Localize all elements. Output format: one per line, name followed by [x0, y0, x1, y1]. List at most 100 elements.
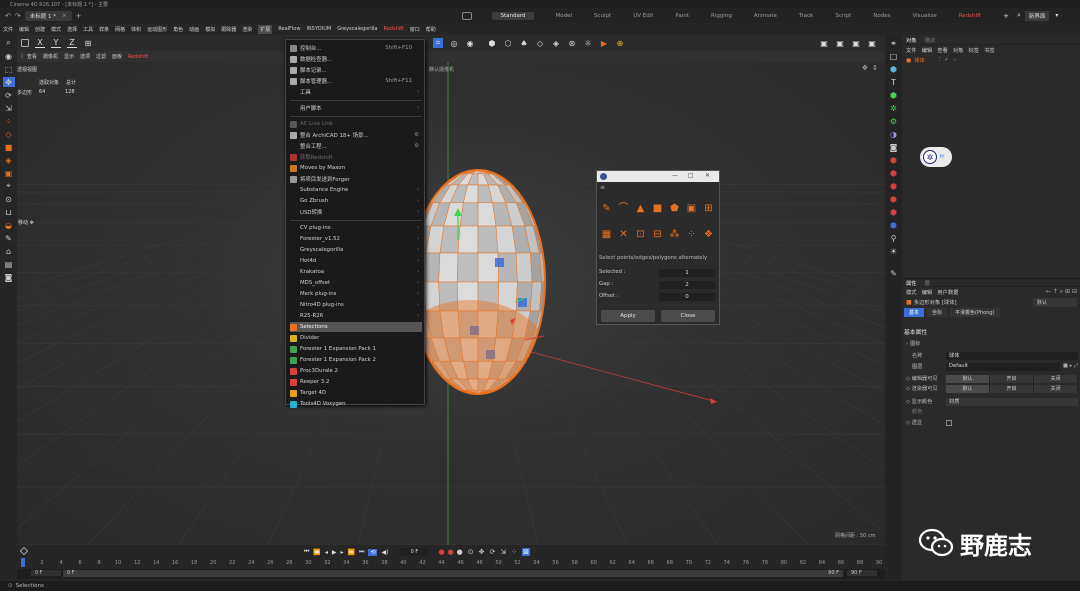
dropdown-item-0[interactable]: 控制台... Shift+F10: [290, 43, 422, 53]
dropdown-item-20[interactable]: Greyscalegorilla ›: [290, 245, 422, 255]
brush-icon[interactable]: ✎: [3, 233, 15, 243]
menu-item-21[interactable]: 帮助: [426, 26, 436, 33]
camera-icon[interactable]: ◙: [3, 272, 15, 282]
subtab-coords[interactable]: 坐标: [927, 307, 948, 317]
layout-tab-script[interactable]: Script: [835, 13, 851, 19]
generator-icon[interactable]: ◈: [551, 38, 561, 48]
model-mode-icon[interactable]: ◈: [3, 155, 15, 165]
viewport-menu-item-1[interactable]: 摄像机: [43, 53, 58, 60]
selection-scatter-icon[interactable]: ⁘: [686, 229, 697, 240]
layout-home-icon[interactable]: [462, 11, 473, 20]
undo-icon[interactable]: ↶: [5, 12, 11, 20]
dropdown-item-29[interactable]: Forester 1 Expansion Pack 1: [290, 344, 422, 354]
preset-dropdown[interactable]: 默认: [1033, 297, 1077, 307]
dropdown-item-4[interactable]: 工具 ›: [290, 87, 422, 97]
apply-button[interactable]: Apply: [601, 310, 655, 322]
menu-item-1[interactable]: 编辑: [19, 26, 29, 33]
editor-visible-default[interactable]: 默认: [946, 374, 990, 383]
menu-item-12[interactable]: 模拟: [205, 26, 215, 33]
strip-gear-icon[interactable]: ⚙: [888, 116, 900, 126]
dropdown-item-14[interactable]: Substance Engine ›: [290, 185, 422, 195]
cube-icon[interactable]: ⬢: [487, 38, 497, 48]
maximize-icon[interactable]: □: [688, 172, 694, 179]
rotate-tool-icon[interactable]: ⟳: [3, 90, 15, 100]
object-menu-item-2[interactable]: 查看: [937, 46, 948, 54]
selection-dots-icon[interactable]: ⁂: [669, 229, 680, 240]
deform-icon[interactable]: ♠: [519, 38, 529, 48]
target4d-icon[interactable]: ⊕: [615, 38, 625, 48]
axis-icon[interactable]: ⌖: [3, 181, 15, 191]
move-tool-icon[interactable]: ✥: [2, 77, 15, 87]
layout-tab-visualize[interactable]: Visualize: [913, 13, 937, 19]
selection-box-icon[interactable]: ▣: [686, 203, 697, 214]
offset-input[interactable]: 0: [659, 293, 715, 301]
select-icon[interactable]: ⬚: [3, 64, 15, 74]
timeline-ruler[interactable]: 0246810121416182022242628303234363840424…: [17, 545, 885, 569]
dialog-menu-icon[interactable]: ≡: [600, 184, 605, 191]
menu-item-2[interactable]: 创建: [35, 26, 45, 33]
viewport-menu-item-4[interactable]: 过滤: [96, 53, 106, 60]
nav-zoom-icon[interactable]: ⇕: [872, 64, 884, 72]
menu-item-7[interactable]: 网格: [115, 26, 125, 33]
menu-item-19[interactable]: Redshift: [383, 26, 403, 32]
selection-frame-icon[interactable]: ▦: [601, 229, 612, 240]
floating-avatar-widget[interactable]: ✲ H: [920, 147, 952, 167]
paint-icon[interactable]: ◒: [3, 220, 15, 230]
edges-mode-icon[interactable]: ◇: [3, 129, 15, 139]
layout-tab-track[interactable]: Track: [799, 13, 813, 19]
snap-grid-icon[interactable]: ⌗: [433, 38, 443, 48]
view-icon[interactable]: ◉: [3, 51, 15, 61]
viewport-nav-icons[interactable]: ✥ ⇕: [862, 64, 884, 90]
layer-menu-icon[interactable]: ■ ▸ ⤢: [1063, 363, 1078, 370]
menu-item-4[interactable]: 选择: [67, 26, 77, 33]
layout-tab-paint[interactable]: Paint: [675, 13, 689, 19]
dropdown-item-32[interactable]: Reeper 3.2: [290, 377, 422, 387]
dropdown-item-26[interactable]: R25-R26 ›: [290, 311, 422, 321]
dropdown-item-1[interactable]: 数据检查器...: [290, 54, 422, 64]
dropdown-item-3[interactable]: 脚本管理器... Shift+F11: [290, 76, 422, 86]
menu-item-6[interactable]: 样条: [99, 26, 109, 33]
spline-icon[interactable]: ⬡: [503, 38, 513, 48]
document-tab[interactable]: 未标题 1 * ×: [24, 10, 72, 21]
polygons-mode-icon[interactable]: ■: [3, 142, 15, 152]
strip-light-icon[interactable]: ☀: [888, 246, 900, 256]
menu-item-8[interactable]: 体积: [131, 26, 141, 33]
viewport-menu-item-5[interactable]: 面板: [112, 53, 122, 60]
layout-menu-icon[interactable]: ▾: [1055, 12, 1058, 19]
layout-tab-nodes[interactable]: Nodes: [873, 13, 890, 19]
object-menu-item-3[interactable]: 对象: [953, 46, 964, 54]
dropdown-item-34[interactable]: Tools4D Voxygen: [290, 399, 422, 409]
tab-objects[interactable]: 对象: [906, 36, 917, 44]
viewport-menu-icon[interactable]: ⁞: [21, 53, 23, 60]
dropdown-item-6[interactable]: 用户脚本 ›: [290, 103, 422, 113]
axis-x-button[interactable]: X: [35, 38, 45, 48]
minimize-icon[interactable]: —: [672, 172, 678, 179]
gear-icon[interactable]: ⚙: [414, 143, 419, 149]
render-settings-icon[interactable]: ▣: [851, 38, 861, 48]
xray-checkbox[interactable]: [946, 419, 952, 426]
menu-item-18[interactable]: Greyscalegorilla: [337, 26, 377, 32]
menu-item-16[interactable]: RealFlow: [278, 26, 300, 32]
uv-mode-icon[interactable]: ▣: [3, 168, 15, 178]
light-icon[interactable]: ☼: [583, 38, 593, 48]
magnet-icon[interactable]: ⊔: [3, 207, 15, 217]
dropdown-item-10[interactable]: 整合工程... ⚙: [290, 141, 422, 151]
search-icon[interactable]: ⌕: [3, 38, 15, 48]
snap-icon[interactable]: ⊙: [3, 194, 15, 204]
redo-icon[interactable]: ↷: [15, 12, 21, 20]
selection-pentagon-icon[interactable]: ⬟: [669, 203, 680, 214]
close-tab-icon[interactable]: ×: [62, 13, 67, 19]
strip-link-icon[interactable]: ⚭: [888, 38, 900, 48]
layout-tab-uv-edit[interactable]: UV Edit: [633, 13, 653, 19]
strip-cube-icon[interactable]: □: [888, 51, 900, 61]
tag-icon[interactable]: ▶: [599, 38, 609, 48]
dropdown-item-2[interactable]: 脚本记录...: [290, 65, 422, 75]
tag-dots-icon[interactable]: ⁘: [953, 57, 957, 63]
layout-tab-rigging[interactable]: Rigging: [711, 13, 732, 19]
axis-y-button[interactable]: Y: [51, 38, 61, 48]
render-view-icon[interactable]: ▣: [819, 38, 829, 48]
attr-menu-item-2[interactable]: 用户数据: [937, 288, 958, 296]
object-menu-item-5[interactable]: 书签: [984, 46, 995, 54]
points-mode-icon[interactable]: ⁘: [3, 116, 15, 126]
strip-tag2-icon[interactable]: ⬢: [888, 168, 900, 178]
